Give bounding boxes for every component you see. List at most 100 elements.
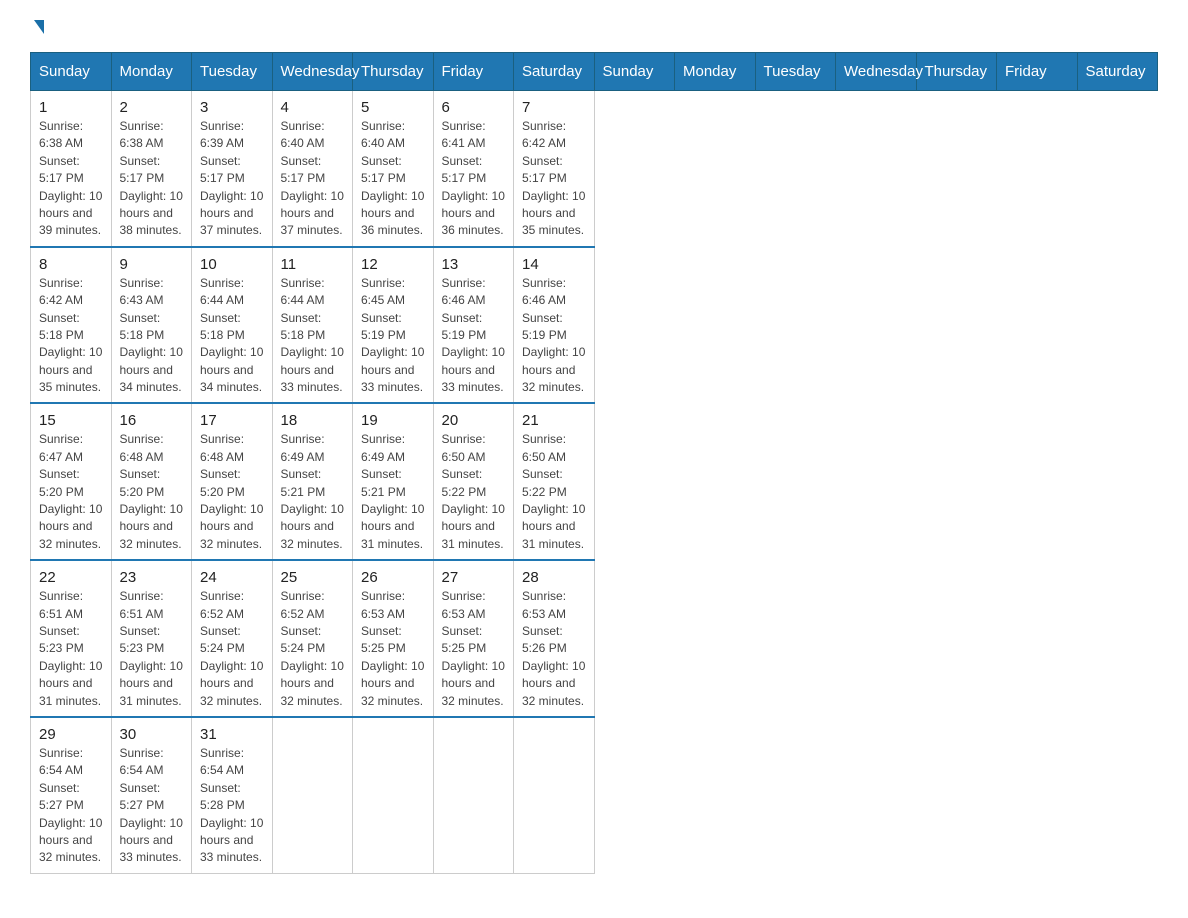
calendar-cell: 1 Sunrise: 6:38 AMSunset: 5:17 PMDaylight… [31, 91, 112, 247]
day-info: Sunrise: 6:40 AMSunset: 5:17 PMDaylight:… [361, 118, 425, 240]
day-number: 2 [120, 99, 184, 116]
day-number: 10 [200, 256, 264, 273]
calendar-week-row: 8Sunrise: 6:42 AMSunset: 5:18 PMDaylight… [31, 247, 1158, 404]
day-number: 22 [39, 569, 103, 586]
day-info: Sunrise: 6:42 AMSunset: 5:17 PMDaylight:… [522, 118, 586, 240]
calendar-week-row: 1 Sunrise: 6:38 AMSunset: 5:17 PMDaylight… [31, 91, 1158, 247]
day-number: 12 [361, 256, 425, 273]
calendar-cell: 21 Sunrise: 6:50 AMSunset: 5:22 PMDayligh… [514, 403, 595, 560]
header-day-sunday: Sunday [594, 53, 675, 91]
calendar-cell: 24 Sunrise: 6:52 AMSunset: 5:24 PMDayligh… [192, 560, 273, 717]
day-info: Sunrise: 6:46 AMSunset: 5:19 PMDaylight:… [522, 275, 586, 397]
day-info: Sunrise: 6:54 AMSunset: 5:27 PMDaylight:… [39, 745, 103, 867]
header-day-monday: Monday [675, 53, 756, 91]
day-number: 23 [120, 569, 184, 586]
calendar-cell: 12 Sunrise: 6:45 AMSunset: 5:19 PMDayligh… [353, 247, 434, 404]
calendar-cell: 20 Sunrise: 6:50 AMSunset: 5:22 PMDayligh… [433, 403, 514, 560]
day-info: Sunrise: 6:44 AMSunset: 5:18 PMDaylight:… [281, 275, 345, 397]
calendar-table: SundayMondayTuesdayWednesdayThursdayFrid… [30, 52, 1158, 874]
day-number: 31 [200, 726, 264, 743]
day-number: 19 [361, 412, 425, 429]
header-friday: Friday [433, 53, 514, 91]
calendar-cell: 2 Sunrise: 6:38 AMSunset: 5:17 PMDaylight… [111, 91, 192, 247]
calendar-cell: 14 Sunrise: 6:46 AMSunset: 5:19 PMDayligh… [514, 247, 595, 404]
calendar-cell: 13 Sunrise: 6:46 AMSunset: 5:19 PMDayligh… [433, 247, 514, 404]
header-day-saturday: Saturday [1077, 53, 1158, 91]
day-info: Sunrise: 6:38 AMSunset: 5:17 PMDaylight:… [39, 118, 103, 240]
calendar-cell: 16Sunrise: 6:48 AMSunset: 5:20 PMDayligh… [111, 403, 192, 560]
calendar-cell: 6Sunrise: 6:41 AMSunset: 5:17 PMDaylight… [433, 91, 514, 247]
header-tuesday: Tuesday [192, 53, 273, 91]
calendar-cell: 27Sunrise: 6:53 AMSunset: 5:25 PMDayligh… [433, 560, 514, 717]
calendar-cell: 23Sunrise: 6:51 AMSunset: 5:23 PMDayligh… [111, 560, 192, 717]
calendar-cell: 29 Sunrise: 6:54 AMSunset: 5:27 PMDayligh… [31, 717, 112, 873]
day-number: 26 [361, 569, 425, 586]
day-info: Sunrise: 6:50 AMSunset: 5:22 PMDaylight:… [522, 431, 586, 553]
day-number: 4 [281, 99, 345, 116]
day-info: Sunrise: 6:48 AMSunset: 5:20 PMDaylight:… [120, 431, 184, 553]
day-info: Sunrise: 6:40 AMSunset: 5:17 PMDaylight:… [281, 118, 345, 240]
day-number: 7 [522, 99, 586, 116]
day-info: Sunrise: 6:38 AMSunset: 5:17 PMDaylight:… [120, 118, 184, 240]
day-number: 29 [39, 726, 103, 743]
day-number: 30 [120, 726, 184, 743]
calendar-week-row: 15 Sunrise: 6:47 AMSunset: 5:20 PMDayligh… [31, 403, 1158, 560]
day-info: Sunrise: 6:53 AMSunset: 5:26 PMDaylight:… [522, 588, 586, 710]
calendar-cell: 17 Sunrise: 6:48 AMSunset: 5:20 PMDayligh… [192, 403, 273, 560]
calendar-cell [433, 717, 514, 873]
calendar-cell: 3 Sunrise: 6:39 AMSunset: 5:17 PMDaylight… [192, 91, 273, 247]
calendar-cell [272, 717, 353, 873]
day-number: 18 [281, 412, 345, 429]
day-number: 20 [442, 412, 506, 429]
day-info: Sunrise: 6:54 AMSunset: 5:28 PMDaylight:… [200, 745, 264, 867]
day-info: Sunrise: 6:49 AMSunset: 5:21 PMDaylight:… [281, 431, 345, 553]
logo-arrow-icon [34, 20, 44, 34]
calendar-cell: 4 Sunrise: 6:40 AMSunset: 5:17 PMDaylight… [272, 91, 353, 247]
calendar-week-row: 22Sunrise: 6:51 AMSunset: 5:23 PMDayligh… [31, 560, 1158, 717]
day-info: Sunrise: 6:53 AMSunset: 5:25 PMDaylight:… [442, 588, 506, 710]
day-number: 25 [281, 569, 345, 586]
day-info: Sunrise: 6:52 AMSunset: 5:24 PMDaylight:… [200, 588, 264, 710]
calendar-cell: 28Sunrise: 6:53 AMSunset: 5:26 PMDayligh… [514, 560, 595, 717]
header-day-wednesday: Wednesday [836, 53, 917, 91]
day-info: Sunrise: 6:54 AMSunset: 5:27 PMDaylight:… [120, 745, 184, 867]
day-info: Sunrise: 6:46 AMSunset: 5:19 PMDaylight:… [442, 275, 506, 397]
day-info: Sunrise: 6:52 AMSunset: 5:24 PMDaylight:… [281, 588, 345, 710]
day-number: 13 [442, 256, 506, 273]
header-sunday: Sunday [31, 53, 112, 91]
day-info: Sunrise: 6:42 AMSunset: 5:18 PMDaylight:… [39, 275, 103, 397]
day-info: Sunrise: 6:44 AMSunset: 5:18 PMDaylight:… [200, 275, 264, 397]
calendar-cell: 10 Sunrise: 6:44 AMSunset: 5:18 PMDayligh… [192, 247, 273, 404]
calendar-cell: 8Sunrise: 6:42 AMSunset: 5:18 PMDaylight… [31, 247, 112, 404]
calendar-cell: 26 Sunrise: 6:53 AMSunset: 5:25 PMDayligh… [353, 560, 434, 717]
header-saturday: Saturday [514, 53, 595, 91]
calendar-cell: 9Sunrise: 6:43 AMSunset: 5:18 PMDaylight… [111, 247, 192, 404]
day-info: Sunrise: 6:39 AMSunset: 5:17 PMDaylight:… [200, 118, 264, 240]
header-day-friday: Friday [997, 53, 1078, 91]
calendar-cell [353, 717, 434, 873]
calendar-cell: 11 Sunrise: 6:44 AMSunset: 5:18 PMDayligh… [272, 247, 353, 404]
calendar-cell: 31 Sunrise: 6:54 AMSunset: 5:28 PMDayligh… [192, 717, 273, 873]
header-wednesday: Wednesday [272, 53, 353, 91]
day-info: Sunrise: 6:48 AMSunset: 5:20 PMDaylight:… [200, 431, 264, 553]
day-number: 3 [200, 99, 264, 116]
calendar-cell: 5Sunrise: 6:40 AMSunset: 5:17 PMDaylight… [353, 91, 434, 247]
day-number: 14 [522, 256, 586, 273]
day-number: 15 [39, 412, 103, 429]
day-info: Sunrise: 6:49 AMSunset: 5:21 PMDaylight:… [361, 431, 425, 553]
calendar-cell: 18 Sunrise: 6:49 AMSunset: 5:21 PMDayligh… [272, 403, 353, 560]
day-info: Sunrise: 6:50 AMSunset: 5:22 PMDaylight:… [442, 431, 506, 553]
day-number: 17 [200, 412, 264, 429]
day-number: 21 [522, 412, 586, 429]
day-info: Sunrise: 6:47 AMSunset: 5:20 PMDaylight:… [39, 431, 103, 553]
calendar-cell [514, 717, 595, 873]
day-info: Sunrise: 6:43 AMSunset: 5:18 PMDaylight:… [120, 275, 184, 397]
day-number: 24 [200, 569, 264, 586]
day-info: Sunrise: 6:53 AMSunset: 5:25 PMDaylight:… [361, 588, 425, 710]
day-number: 11 [281, 256, 345, 273]
day-number: 1 [39, 99, 103, 116]
day-info: Sunrise: 6:41 AMSunset: 5:17 PMDaylight:… [442, 118, 506, 240]
day-info: Sunrise: 6:45 AMSunset: 5:19 PMDaylight:… [361, 275, 425, 397]
page-header [30, 20, 1158, 34]
calendar-cell: 15 Sunrise: 6:47 AMSunset: 5:20 PMDayligh… [31, 403, 112, 560]
